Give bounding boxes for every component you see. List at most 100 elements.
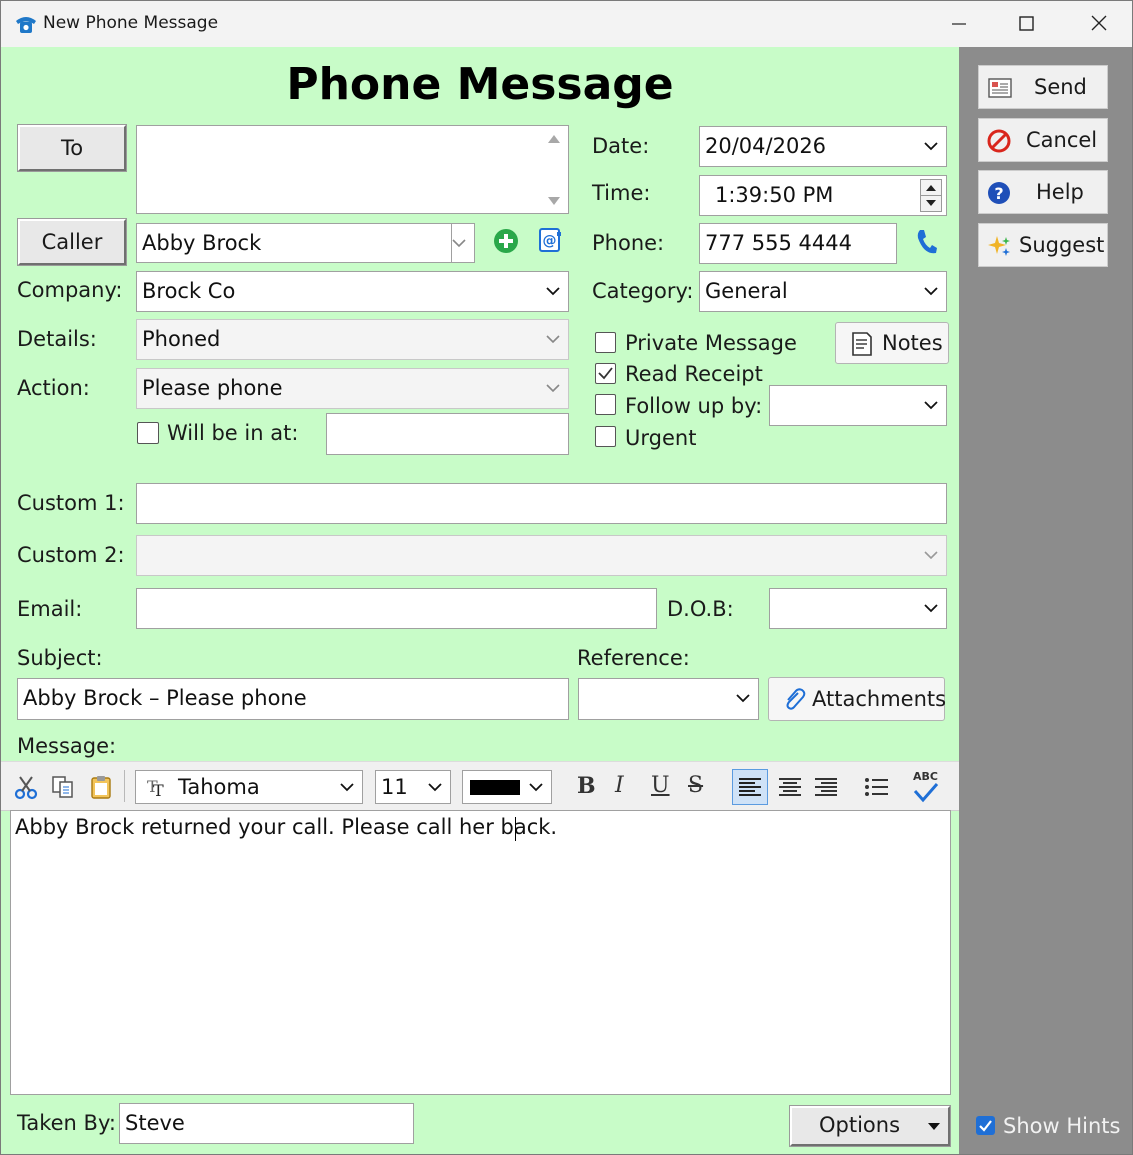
- read-receipt-checkbox[interactable]: [595, 363, 616, 384]
- date-picker[interactable]: 20/04/2026: [699, 126, 947, 167]
- chevron-down-icon: [924, 551, 938, 560]
- font-family-select[interactable]: T T Tahoma: [135, 770, 363, 804]
- notes-button-label: Notes: [882, 331, 943, 355]
- private-message-label: Private Message: [625, 331, 797, 355]
- bullet-list-icon[interactable]: [861, 770, 895, 804]
- underline-button[interactable]: U: [651, 773, 670, 798]
- email-label: Email:: [17, 597, 83, 621]
- paperclip-icon: [786, 688, 806, 710]
- maximize-button[interactable]: [993, 1, 1061, 47]
- align-right-icon[interactable]: [811, 770, 845, 804]
- custom2-label: Custom 2:: [17, 543, 125, 567]
- strikethrough-button[interactable]: S: [688, 773, 703, 798]
- svg-text:?: ?: [994, 184, 1003, 203]
- to-recipients-field[interactable]: [136, 125, 569, 214]
- action-select[interactable]: Please phone: [136, 368, 569, 409]
- custom1-field[interactable]: [136, 483, 947, 524]
- reference-select[interactable]: [578, 678, 759, 720]
- cut-icon[interactable]: [13, 774, 39, 800]
- spinner-arrows-icon: [921, 185, 941, 206]
- details-select[interactable]: Phoned: [136, 319, 569, 360]
- company-select[interactable]: Brock Co: [136, 271, 569, 312]
- add-contact-icon[interactable]: [493, 228, 519, 254]
- checkmark-icon: [979, 1120, 992, 1132]
- message-label: Message:: [17, 734, 117, 758]
- help-button-label: Help: [1036, 180, 1084, 204]
- chevron-down-icon: [924, 142, 938, 151]
- cancel-button[interactable]: Cancel: [978, 118, 1108, 162]
- form-panel: Phone Message To Caller Abby Brock @ Com…: [1, 47, 959, 1154]
- will-be-in-checkbox[interactable]: [137, 422, 159, 444]
- caller-combo[interactable]: Abby Brock: [136, 223, 475, 263]
- will-be-in-label: Will be in at:: [167, 421, 299, 445]
- to-scrollbar[interactable]: [544, 131, 564, 209]
- chevron-down-icon: [428, 783, 442, 792]
- align-left-button[interactable]: [732, 769, 768, 805]
- notes-button[interactable]: Notes: [835, 322, 949, 364]
- dob-label: D.O.B:: [667, 597, 734, 621]
- phone-field[interactable]: 777 555 4444: [699, 223, 897, 264]
- action-value: Please phone: [142, 376, 283, 400]
- date-value: 20/04/2026: [705, 134, 827, 158]
- caller-button[interactable]: Caller: [18, 219, 126, 265]
- custom2-select[interactable]: [136, 535, 947, 576]
- text-cursor: [515, 817, 516, 841]
- company-label: Company:: [17, 278, 123, 302]
- spell-check-icon: [913, 783, 939, 803]
- copy-icon[interactable]: [50, 774, 76, 800]
- font-size-select[interactable]: 11: [375, 770, 451, 804]
- phone-label: Phone:: [592, 231, 665, 255]
- bold-button[interactable]: B: [577, 773, 596, 799]
- time-spinner[interactable]: [920, 179, 942, 212]
- follow-up-select[interactable]: [769, 385, 947, 426]
- cancel-button-label: Cancel: [1026, 128, 1098, 152]
- category-select[interactable]: General: [699, 271, 947, 312]
- taken-by-label: Taken By:: [17, 1111, 116, 1135]
- category-label: Category:: [592, 279, 694, 303]
- action-label: Action:: [17, 376, 90, 400]
- private-message-checkbox[interactable]: [595, 332, 616, 353]
- paste-icon[interactable]: [88, 774, 114, 800]
- caller-button-label: Caller: [41, 230, 103, 254]
- page-title: Phone Message: [286, 59, 674, 110]
- svg-text:@: @: [543, 233, 557, 249]
- help-button[interactable]: ? Help: [978, 170, 1108, 214]
- truetype-font-icon: T T: [147, 777, 164, 797]
- align-center-icon[interactable]: [774, 770, 808, 804]
- urgent-checkbox[interactable]: [595, 426, 616, 447]
- show-hints-checkbox[interactable]: [976, 1116, 995, 1135]
- email-field[interactable]: [136, 588, 657, 629]
- minimize-button[interactable]: [924, 1, 992, 47]
- chevron-down-icon: [529, 783, 543, 792]
- attachments-button-label: Attachments: [812, 687, 947, 711]
- to-button[interactable]: To: [18, 125, 126, 171]
- date-label: Date:: [592, 134, 650, 158]
- dial-phone-icon[interactable]: [914, 228, 938, 256]
- time-value: 1:39:50 PM: [715, 183, 834, 207]
- details-value: Phoned: [142, 327, 221, 351]
- urgent-label: Urgent: [625, 426, 697, 450]
- time-label: Time:: [592, 181, 651, 205]
- dob-picker[interactable]: [769, 588, 947, 629]
- address-book-icon[interactable]: @: [537, 227, 563, 253]
- follow-up-checkbox[interactable]: [595, 394, 616, 415]
- send-button[interactable]: Send: [978, 65, 1108, 109]
- chevron-down-icon: [452, 239, 466, 248]
- maximize-icon: [1019, 16, 1034, 31]
- window-title: New Phone Message: [43, 13, 219, 33]
- options-button[interactable]: Options: [790, 1106, 950, 1146]
- taken-by-field[interactable]: Steve: [119, 1103, 414, 1144]
- follow-up-label: Follow up by:: [625, 394, 763, 418]
- attachments-button[interactable]: Attachments: [768, 677, 947, 721]
- italic-button[interactable]: I: [615, 773, 624, 798]
- font-color-select[interactable]: [462, 770, 552, 804]
- time-field[interactable]: 1:39:50 PM: [699, 175, 947, 216]
- will-be-in-field[interactable]: [326, 413, 569, 455]
- message-editor[interactable]: Abby Brock returned your call. Please ca…: [10, 810, 951, 1095]
- suggest-button[interactable]: Suggest: [978, 223, 1108, 267]
- cancel-icon: [987, 129, 1011, 153]
- close-button[interactable]: [1063, 1, 1131, 47]
- subject-field[interactable]: Abby Brock – Please phone: [17, 678, 569, 720]
- spell-check-button[interactable]: ABC: [907, 768, 943, 806]
- to-button-label: To: [60, 136, 84, 160]
